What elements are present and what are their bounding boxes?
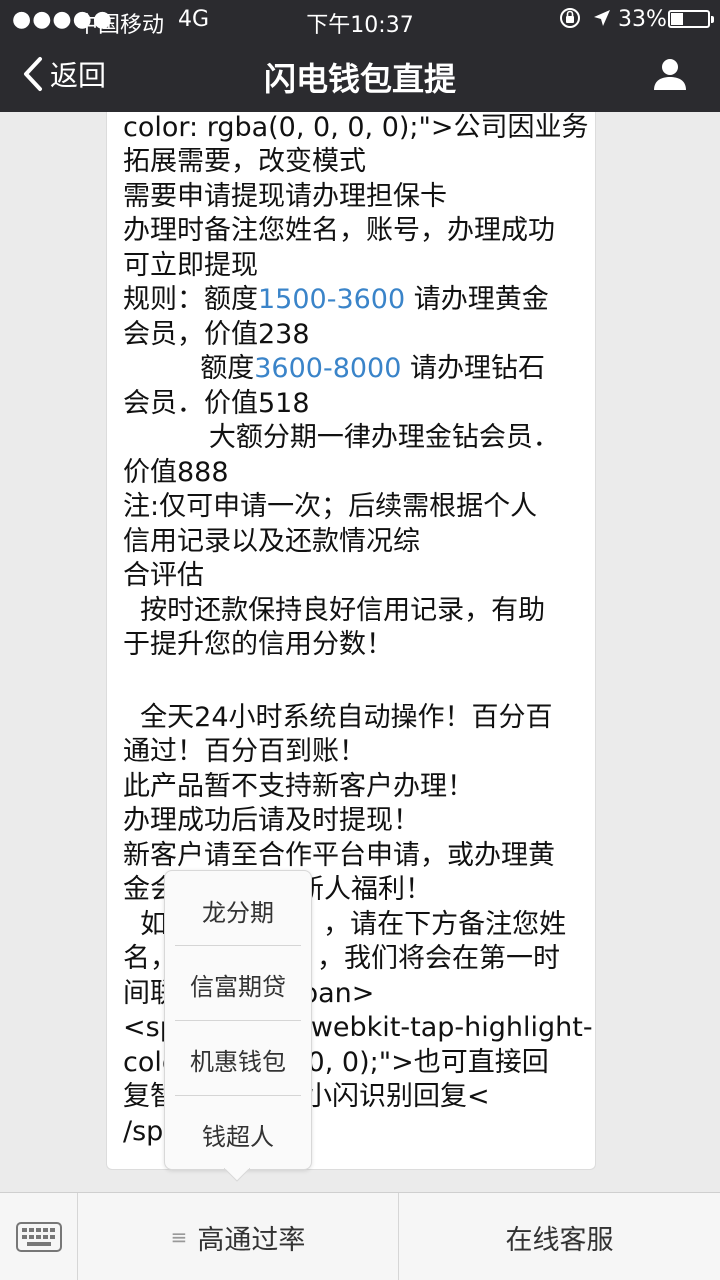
menu-tab-label: 在线客服 (505, 1224, 614, 1256)
menu-divider (175, 1095, 301, 1096)
message-fragment: 如 (123, 909, 168, 940)
rule-label: 额度 (123, 353, 255, 384)
message-line: 注:仅可申请一次；后续需根据个人 (123, 491, 538, 522)
amount-range-link[interactable]: 3600-8000 (254, 353, 401, 384)
message-line: 规则：额度1500-3600 请办理黄金 (123, 284, 549, 316)
message-line: 额度3600-8000 请办理钻石 (123, 353, 545, 385)
menu-item-xinfu[interactable]: 信富期贷 (175, 947, 301, 1021)
message-line: 于提升您的信用分数！ (123, 629, 393, 660)
message-line: 价值888 (123, 457, 229, 488)
message-fragment: 新人福利！ (297, 874, 432, 905)
message-line: 通过！百分百到账！ (123, 736, 366, 767)
nav-bar: 返回 闪电钱包直提 (0, 38, 720, 112)
message-line: 会员，价值238 (123, 319, 310, 350)
message-line: 可立即提现 (123, 250, 258, 281)
message-line: 全天24小时系统自动操作！百分百 (123, 702, 553, 733)
popup-pointer (224, 1168, 250, 1182)
bottom-menu-bar: ≡ 高通过率 在线客服 (0, 1192, 720, 1280)
message-fragment: ，请在下方备注您姓 (323, 909, 567, 940)
popup-submenu: 龙分期 信富期贷 机惠钱包 钱超人 (164, 870, 312, 1170)
message-fragment: 小闪识别回复< (305, 1081, 490, 1112)
keyboard-icon (15, 1222, 62, 1252)
keyboard-toggle-button[interactable] (0, 1193, 78, 1280)
page-title: 闪电钱包直提 (263, 60, 456, 98)
rule-text: 请办理钻石 (401, 353, 546, 384)
menu-tab-customer-service[interactable]: 在线客服 (399, 1193, 720, 1280)
menu-item-jihui[interactable]: 机惠钱包 (175, 1022, 301, 1096)
menu-lines-icon: ≡ (170, 1225, 188, 1249)
clock-time: 下午10:37 (306, 13, 414, 38)
rotation-lock-icon (560, 8, 580, 28)
message-line: 办理时备注您姓名，账号，办理成功 (123, 215, 555, 246)
status-bar: ●●●●● 中国移动 4G 下午10:37 33% (0, 0, 720, 38)
message-line: 信用记录以及还款情况综 (123, 526, 420, 557)
message-line: /sp (123, 1116, 164, 1147)
rule-label: 规则：额度 (123, 284, 258, 315)
message-line: 合评估 (123, 560, 204, 591)
battery-fill (671, 13, 683, 25)
menu-item-longfenqi[interactable]: 龙分期 (175, 873, 301, 947)
message-line: 大额分期一律办理金钻会员． (123, 422, 560, 453)
battery-percent: 33% (618, 7, 667, 32)
location-arrow-icon (594, 10, 610, 26)
message-line: 需要申请提现请办理担保卡 (123, 181, 447, 212)
message-line: 此产品暂不支持新客户办理！ (123, 771, 474, 802)
message-line: color: rgba(0, 0, 0, 0);">公司因业务 (123, 112, 589, 143)
message-line: 新客户请至合作平台申请，或办理黄 (123, 840, 555, 871)
battery-icon (668, 10, 714, 28)
message-fragment: webkit-tap-highlight- (310, 1012, 593, 1043)
message-fragment: , 0, 0);">也可直接回 (290, 1047, 549, 1078)
menu-divider (175, 945, 301, 946)
menu-tab-high-approval[interactable]: ≡ 高通过率 (78, 1193, 399, 1280)
profile-icon[interactable] (650, 54, 690, 94)
message-fragment: pan> (301, 978, 375, 1009)
amount-range-link[interactable]: 1500-3600 (258, 284, 405, 315)
menu-item-qianchaoren[interactable]: 钱超人 (175, 1097, 301, 1171)
message-fragment: ，我们将会在第一时 (317, 943, 560, 974)
menu-tab-label: 高通过率 (197, 1224, 306, 1256)
message-line: 办理成功后请及时提现！ (123, 805, 420, 836)
message-line: 会员．价值518 (123, 388, 310, 419)
message-line: 按时还款保持良好信用记录，有助 (123, 595, 546, 626)
rule-text: 请办理黄金 (405, 284, 549, 315)
message-line: 拓展需要，改变模式 (123, 146, 366, 177)
menu-divider (175, 1020, 301, 1021)
